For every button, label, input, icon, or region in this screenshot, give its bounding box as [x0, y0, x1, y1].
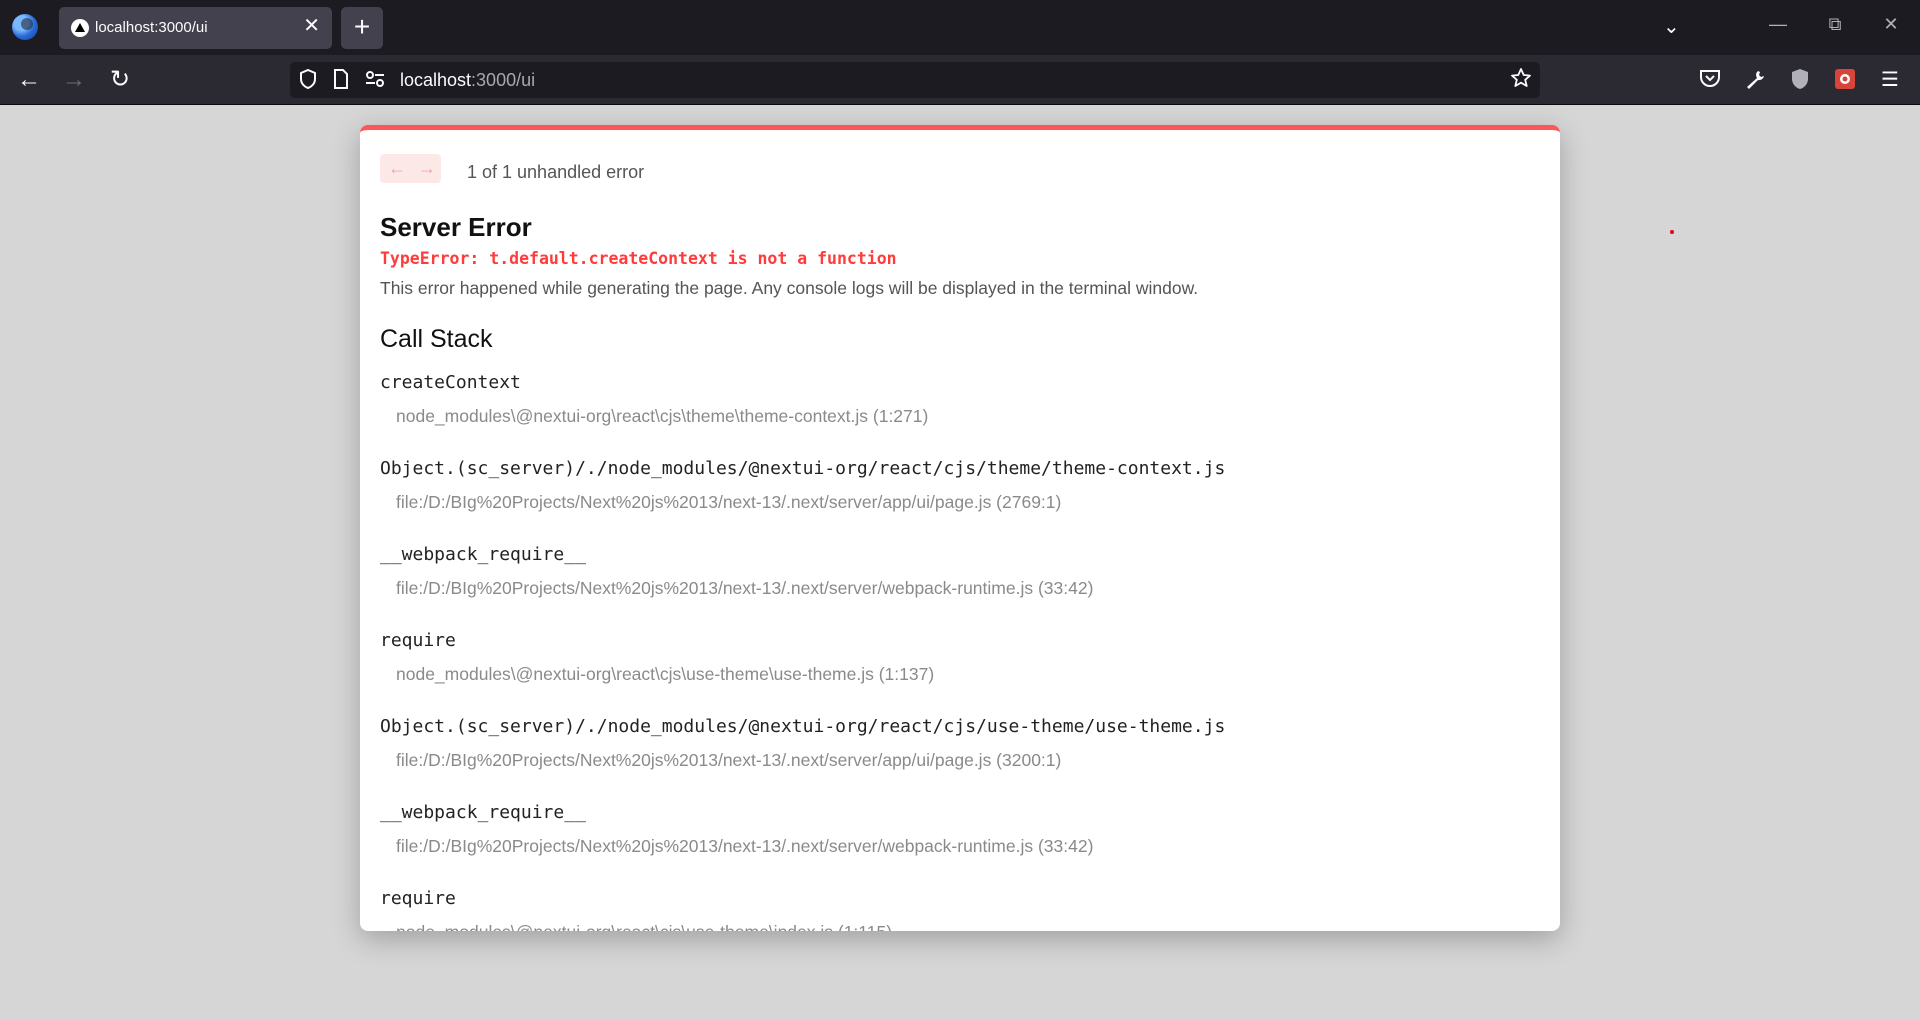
navigation-toolbar: ← → ↻ localhost:3000/ui ☰ — [0, 55, 1920, 105]
frame-location[interactable]: node_modules\@nextui-org\react\cjs\use-t… — [380, 664, 1540, 685]
pocket-icon[interactable] — [1698, 68, 1722, 92]
url-bar[interactable]: localhost:3000/ui — [290, 62, 1540, 98]
page-viewport: ← → 1 of 1 unhandled error Server Error … — [0, 106, 1920, 1020]
tab-strip: localhost:3000/ui ✕ + ⌄ — ⧉ ✕ — [0, 0, 1920, 55]
stack-frame: require node_modules\@nextui-org\react\c… — [380, 884, 1540, 931]
frame-location[interactable]: file:/D:/BIg%20Projects/Next%20js%2013/n… — [380, 578, 1540, 599]
frame-location[interactable]: node_modules\@nextui-org\react\cjs\use-t… — [380, 922, 1540, 931]
error-overlay-dialog: ← → 1 of 1 unhandled error Server Error … — [360, 125, 1560, 931]
previous-error-icon[interactable]: ← — [388, 158, 406, 179]
nextjs-favicon-icon — [71, 19, 89, 37]
frame-function: Object.(sc_server)/./node_modules/@nextu… — [380, 716, 1226, 737]
new-tab-button[interactable]: + — [341, 7, 383, 49]
next-error-icon[interactable]: → — [418, 158, 436, 179]
firefox-logo-icon[interactable] — [12, 14, 38, 40]
frame-location[interactable]: file:/D:/BIg%20Projects/Next%20js%2013/n… — [380, 492, 1540, 513]
frame-function: __webpack_require__ — [380, 802, 586, 823]
stack-frame: createContext node_modules\@nextui-org\r… — [380, 368, 1540, 454]
url-host: localhost — [400, 70, 472, 90]
bookmark-star-icon[interactable] — [1510, 67, 1532, 95]
cursor-dot — [1670, 230, 1674, 234]
list-all-tabs-icon[interactable]: ⌄ — [1663, 14, 1680, 39]
browser-tab-active[interactable]: localhost:3000/ui ✕ — [59, 7, 332, 49]
frame-location[interactable]: file:/D:/BIg%20Projects/Next%20js%2013/n… — [380, 750, 1540, 771]
reload-icon[interactable]: ↻ — [105, 66, 135, 94]
call-stack-heading: Call Stack — [380, 325, 493, 353]
extension-icon[interactable] — [1833, 68, 1857, 92]
close-window-icon[interactable]: ✕ — [1876, 14, 1906, 35]
url-path: :3000/ui — [471, 70, 536, 90]
stack-frame: __webpack_require__ file:/D:/BIg%20Proje… — [380, 798, 1540, 884]
hamburger-menu-icon[interactable]: ☰ — [1878, 68, 1902, 92]
permissions-icon[interactable] — [364, 68, 386, 96]
stack-frame: require node_modules\@nextui-org\react\c… — [380, 626, 1540, 712]
stack-frame: Object.(sc_server)/./node_modules/@nextu… — [380, 454, 1540, 540]
restore-icon[interactable]: ⧉ — [1820, 14, 1850, 35]
forward-arrow-icon[interactable]: → — [59, 66, 89, 94]
tab-close-icon[interactable]: ✕ — [303, 16, 320, 36]
stack-frame: Object.(sc_server)/./node_modules/@nextu… — [380, 712, 1540, 798]
frame-location[interactable]: file:/D:/BIg%20Projects/Next%20js%2013/n… — [380, 836, 1540, 857]
ublock-shield-icon[interactable] — [1788, 68, 1812, 92]
frame-function: require — [380, 888, 456, 909]
minimize-icon[interactable]: — — [1763, 14, 1793, 35]
tracking-shield-icon[interactable] — [298, 68, 318, 96]
error-title: Server Error — [380, 212, 532, 242]
error-description: This error happened while generating the… — [380, 278, 1199, 298]
error-count: 1 of 1 unhandled error — [467, 162, 645, 182]
frame-function: require — [380, 630, 456, 651]
frame-location[interactable]: node_modules\@nextui-org\react\cjs\theme… — [380, 406, 1540, 427]
error-message: TypeError: t.default.createContext is no… — [380, 249, 897, 268]
frame-function: Object.(sc_server)/./node_modules/@nextu… — [380, 458, 1226, 479]
stack-frame: __webpack_require__ file:/D:/BIg%20Proje… — [380, 540, 1540, 626]
frame-function: createContext — [380, 372, 521, 393]
wrench-icon[interactable] — [1743, 68, 1767, 92]
call-stack-list: createContext node_modules\@nextui-org\r… — [380, 368, 1540, 931]
frame-function: __webpack_require__ — [380, 544, 586, 565]
tab-title: localhost:3000/ui — [95, 19, 208, 36]
back-arrow-icon[interactable]: ← — [14, 66, 44, 94]
url-text[interactable]: localhost:3000/ui — [400, 70, 535, 91]
page-info-icon[interactable] — [332, 68, 350, 96]
error-pager: ← → — [380, 154, 441, 183]
